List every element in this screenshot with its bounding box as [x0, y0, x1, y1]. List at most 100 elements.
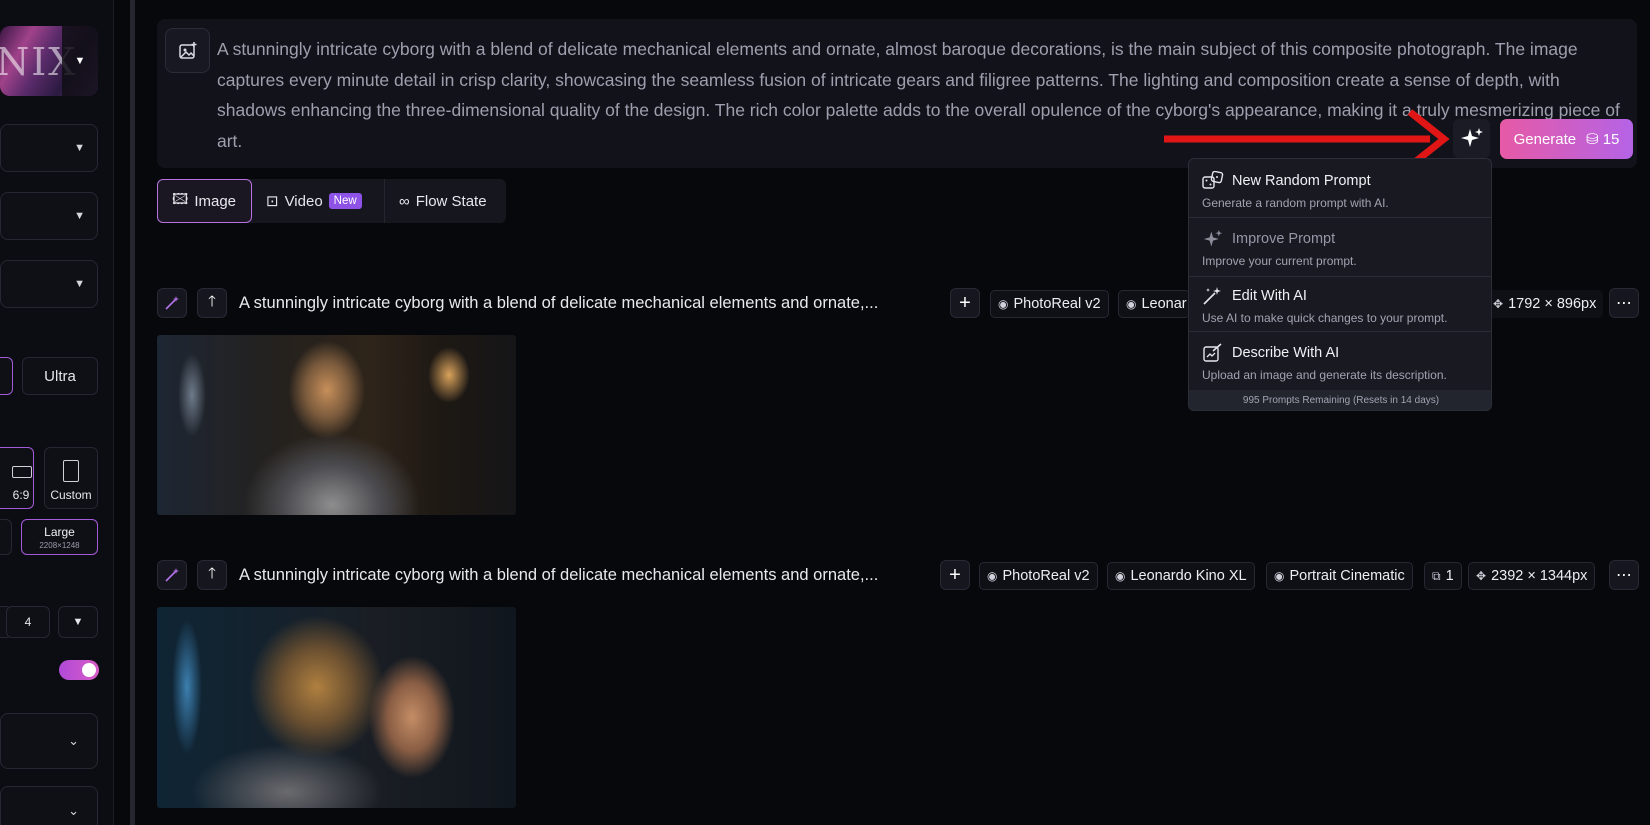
size-option-medium[interactable] [0, 519, 12, 555]
menu-divider [1189, 331, 1491, 332]
preset-tag[interactable]: ◉ Leonardo Kino XL [1107, 562, 1255, 590]
chevron-down-icon: ▼ [74, 210, 85, 222]
prompt-tools-menu: New Random Prompt Generate a random prom… [1188, 158, 1492, 411]
menu-item-improve-prompt[interactable]: Improve Prompt Improve your current prom… [1189, 229, 1491, 268]
chevron-down-icon: ▼ [72, 616, 84, 628]
ellipsis-icon: ⋯ [1616, 295, 1632, 312]
quality-option-active[interactable] [0, 357, 13, 395]
images-icon: ⧉ [1432, 568, 1441, 583]
chevron-down-icon: ⌄ [68, 803, 79, 818]
generation-title: A stunningly intricate cyborg with a ble… [239, 294, 879, 312]
chevron-down-icon: ▼ [74, 142, 85, 154]
model-tag[interactable]: ◉ PhotoReal v2 [990, 290, 1109, 318]
style-tag-label: Portrait Cinematic [1289, 568, 1405, 584]
prompt-tools-button[interactable] [1453, 119, 1490, 158]
chevron-down-icon: ▼ [74, 278, 85, 290]
prompts-remaining-footer: 995 Prompts Remaining (Resets in 14 days… [1189, 390, 1491, 410]
add-button[interactable]: + [950, 288, 980, 318]
image-count-dropdown[interactable]: ▼ [58, 606, 98, 638]
image-add-icon [178, 41, 196, 59]
preset-tag-label: Leonar [1141, 296, 1187, 312]
model-icon: ◉ [1126, 297, 1137, 311]
video-icon: ⊡ [266, 193, 279, 210]
infinity-icon: ∞ [399, 192, 410, 210]
image-prompt-button[interactable] [165, 28, 210, 73]
reuse-prompt-button[interactable]: 🡑 [197, 560, 227, 590]
chevron-down-icon[interactable]: ▼ [62, 26, 98, 96]
generate-button[interactable]: Generate ⛁ 15 [1500, 119, 1633, 159]
remix-button[interactable] [157, 560, 187, 590]
magic-wand-icon [1203, 287, 1221, 305]
image-icon: 🖾 [172, 190, 189, 208]
tab-flow-state-label: Flow State [415, 192, 487, 210]
tab-video[interactable]: ⊡ Video New [252, 179, 384, 223]
preset-tag-label: Leonardo Kino XL [1130, 568, 1247, 584]
move-icon: ✥ [1476, 569, 1487, 583]
settings-sidebar: NIX ▼ ▼ ▼ ▼ Ultra 6:9 Custom Large 2208×… [0, 0, 114, 825]
magic-wand-icon [165, 568, 179, 582]
model-tag[interactable]: ◉ PhotoReal v2 [979, 562, 1098, 590]
sidebar-resize-handle[interactable] [130, 0, 135, 825]
token-cost: ⛁ 15 [1586, 130, 1619, 149]
dimensions-label: 2392 × 1344px [1491, 568, 1588, 584]
size-option-large[interactable]: Large 2208×1248 [21, 519, 98, 555]
preset-tag[interactable]: ◉ Leonar [1118, 290, 1190, 318]
model-tag-label: PhotoReal v2 [1013, 296, 1101, 312]
dropdown-select-1[interactable]: ▼ [0, 124, 98, 172]
image-count-input[interactable]: 4 [6, 606, 50, 638]
annotation-arrow [1164, 109, 1450, 166]
model-icon: ◉ [998, 297, 1009, 311]
custom-ratio-icon [63, 460, 79, 482]
menu-item-new-random-prompt[interactable]: New Random Prompt Generate a random prom… [1189, 171, 1491, 210]
dropdown-select-2[interactable]: ▼ [0, 192, 98, 240]
generated-image[interactable] [157, 607, 516, 808]
quality-option-ultra[interactable]: Ultra [22, 357, 98, 395]
menu-item-title: Edit With AI [1232, 288, 1307, 304]
model-selector[interactable]: NIX ▼ [0, 26, 98, 96]
style-tag[interactable]: ◉ Portrait Cinematic [1266, 562, 1413, 590]
collapsible-section-1[interactable]: ⌄ [0, 713, 98, 769]
dice-icon [1202, 171, 1224, 189]
menu-divider [1189, 217, 1491, 218]
model-icon: ◉ [987, 569, 998, 583]
mode-tabs: 🖾 Image ⊡ Video New ∞ Flow State [157, 179, 506, 223]
dimensions-tag: ✥ 1792 × 896px [1486, 290, 1604, 318]
menu-item-title: Describe With AI [1232, 345, 1340, 361]
more-options-button[interactable]: ⋯ [1609, 560, 1639, 590]
generation-title: A stunningly intricate cyborg with a ble… [239, 566, 879, 584]
sparkle-icon [1460, 127, 1483, 147]
magic-wand-icon [165, 296, 179, 310]
toggle-switch[interactable] [59, 660, 99, 680]
aspect-ratio-label: 6:9 [12, 488, 30, 502]
arrow-up-icon: 🡑 [208, 564, 216, 582]
chevron-down-icon: ⌄ [68, 733, 79, 748]
more-options-button[interactable]: ⋯ [1609, 288, 1639, 318]
model-tag-label: PhotoReal v2 [1002, 568, 1090, 584]
plus-icon: + [949, 563, 961, 586]
generated-image[interactable] [157, 335, 516, 515]
menu-item-describe-with-ai[interactable]: Describe With AI Upload an image and gen… [1189, 343, 1491, 382]
menu-item-edit-with-ai[interactable]: Edit With AI Use AI to make quick change… [1189, 286, 1491, 325]
dropdown-select-3[interactable]: ▼ [0, 260, 98, 308]
collapsible-section-2[interactable]: ⌄ [0, 786, 98, 825]
size-label: Large [44, 524, 75, 539]
remix-button[interactable] [157, 288, 187, 318]
model-icon: ◉ [1115, 569, 1126, 583]
describe-icon [1203, 343, 1222, 362]
aspect-ratio-16-9[interactable]: 6:9 [0, 447, 34, 509]
menu-item-title: Improve Prompt [1232, 231, 1336, 247]
menu-item-description: Use AI to make quick changes to your pro… [1202, 311, 1448, 325]
size-dimensions: 2208×1248 [39, 540, 80, 550]
dimensions-tag: ✥ 2392 × 1344px [1468, 562, 1596, 590]
menu-item-description: Generate a random prompt with AI. [1202, 196, 1389, 210]
move-icon: ✥ [1493, 297, 1504, 311]
tab-image[interactable]: 🖾 Image [157, 179, 252, 223]
landscape-icon [12, 466, 32, 478]
dimensions-label: 1792 × 896px [1508, 296, 1597, 312]
aspect-ratio-custom[interactable]: Custom [44, 447, 98, 509]
tab-video-label: Video [284, 192, 323, 210]
tab-flow-state[interactable]: ∞ Flow State [384, 179, 506, 223]
reuse-prompt-button[interactable]: 🡑 [197, 288, 227, 318]
add-button[interactable]: + [940, 560, 970, 590]
menu-divider [1189, 276, 1491, 277]
